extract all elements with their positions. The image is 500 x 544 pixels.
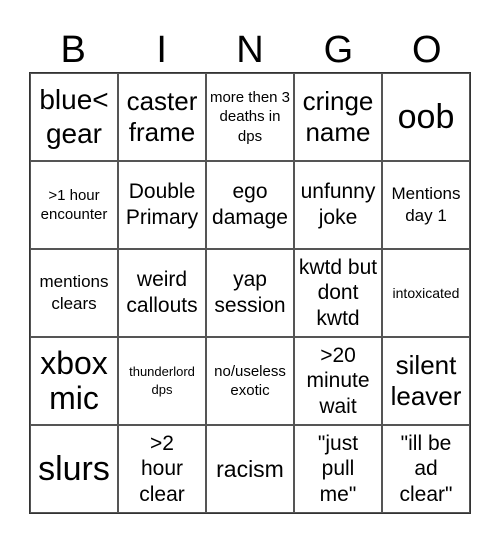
header-letter-o: O (412, 29, 442, 71)
bingo-cell[interactable]: weird callouts (118, 249, 206, 337)
bingo-cell[interactable]: Double Primary (118, 161, 206, 249)
bingo-cell[interactable]: no/useless exotic (206, 337, 294, 425)
bingo-header: B I N G O (29, 28, 471, 72)
bingo-cell[interactable]: yap session (206, 249, 294, 337)
header-letter-b: B (60, 29, 86, 71)
bingo-cell[interactable]: unfunny joke (294, 161, 382, 249)
bingo-cell[interactable]: >2 hour clear (118, 425, 206, 513)
bingo-grid: blue< gear caster frame more then 3 deat… (29, 72, 471, 514)
bingo-cell[interactable]: intoxicated (382, 249, 470, 337)
header-letter-i: I (156, 29, 167, 71)
bingo-cell[interactable]: cringe name (294, 73, 382, 161)
bingo-cell[interactable]: kwtd but dont kwtd (294, 249, 382, 337)
bingo-cell[interactable]: mentions clears (30, 249, 118, 337)
bingo-cell[interactable]: racism (206, 425, 294, 513)
bingo-cell[interactable]: oob (382, 73, 470, 161)
bingo-cell[interactable]: "ill be ad clear" (382, 425, 470, 513)
bingo-cell[interactable]: caster frame (118, 73, 206, 161)
bingo-cell[interactable]: xbox mic (30, 337, 118, 425)
header-letter-g: G (323, 29, 354, 71)
bingo-cell[interactable]: "just pull me" (294, 425, 382, 513)
bingo-cell[interactable]: silent leaver (382, 337, 470, 425)
bingo-cell[interactable]: more then 3 deaths in dps (206, 73, 294, 161)
header-letter-n: N (236, 29, 264, 71)
bingo-cell[interactable]: >1 hour encounter (30, 161, 118, 249)
bingo-cell[interactable]: Mentions day 1 (382, 161, 470, 249)
bingo-cell[interactable]: blue< gear (30, 73, 118, 161)
bingo-cell[interactable]: >20 minute wait (294, 337, 382, 425)
bingo-cell[interactable]: ego damage (206, 161, 294, 249)
bingo-cell[interactable]: slurs (30, 425, 118, 513)
bingo-cell[interactable]: thunderlord dps (118, 337, 206, 425)
